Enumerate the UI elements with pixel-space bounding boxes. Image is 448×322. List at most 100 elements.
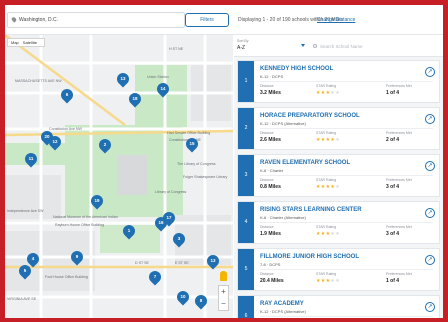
- map-type-map[interactable]: Map: [11, 40, 19, 45]
- map-marker[interactable]: 1: [120, 222, 138, 240]
- distance-label: Distance: [260, 225, 274, 229]
- school-name-link[interactable]: RISING STARS LEARNING CENTER: [260, 207, 362, 213]
- distance-value: 0.8 Miles: [260, 184, 281, 190]
- map-label: Independence Ave SW: [7, 209, 44, 213]
- map-marker[interactable]: 19: [88, 192, 106, 210]
- school-search-input[interactable]: Search School Name: [312, 41, 432, 52]
- rating-label: STAR Rating: [316, 272, 337, 276]
- map-marker[interactable]: 2: [96, 136, 114, 154]
- map-marker[interactable]: 8: [192, 292, 210, 310]
- map-label: Constitution Ave NW: [49, 127, 82, 131]
- rank-badge: 6: [238, 296, 254, 318]
- map-type-toggle[interactable]: Map Satellite: [7, 38, 46, 47]
- filters-button[interactable]: Filters: [185, 13, 229, 27]
- preferences-label: Preferences Met: [386, 131, 412, 135]
- distance-value: 1.9 Miles: [260, 231, 281, 237]
- directions-icon[interactable]: ↗: [425, 114, 435, 124]
- school-grades-type: K-6 · Charter: [260, 168, 284, 173]
- card-divider: [260, 175, 433, 176]
- preferences-met-value: 1 of 4: [386, 278, 400, 284]
- location-text: Washington, D.C.: [19, 17, 58, 23]
- preferences-label: Preferences Met: [386, 272, 412, 276]
- map-marker[interactable]: 3: [170, 230, 188, 248]
- card-divider: [260, 128, 433, 129]
- school-card[interactable]: 3 RAVEN ELEMENTARY SCHOOL K-6 · Charter ↗ Di…: [237, 154, 440, 197]
- preferences-met-value: 3 of 4: [386, 231, 400, 237]
- map-marker[interactable]: 17: [160, 209, 178, 227]
- preferences-label: Preferences Met: [386, 225, 412, 229]
- change-distance-link[interactable]: Change Distance: [317, 17, 355, 23]
- sort-label: Sort By: [237, 39, 249, 43]
- map-label: National Museum of the American Indian: [53, 215, 118, 219]
- map-marker[interactable]: 6: [58, 86, 76, 104]
- school-name-link[interactable]: RAY ACADEMY: [260, 301, 304, 307]
- map-marker[interactable]: 13: [204, 252, 222, 270]
- map-marker[interactable]: 13: [114, 70, 132, 88]
- rank-badge: 3: [238, 155, 254, 196]
- school-card[interactable]: 2 HORACE PREPARATORY SCHOOL K-12 · DCPS (A…: [237, 107, 440, 150]
- map-label: Folger Shakespeare Library: [183, 175, 228, 179]
- map-marker[interactable]: 11: [22, 150, 40, 168]
- directions-icon[interactable]: ↗: [425, 302, 435, 312]
- map-label: Hart Senate Office Building: [167, 131, 211, 135]
- rating-label: STAR Rating: [316, 225, 337, 229]
- distance-label: Distance: [260, 272, 274, 276]
- school-card[interactable]: 5 FILLMORE JUNIOR HIGH SCHOOL 7-8 · DCPS ↗ D…: [237, 248, 440, 291]
- school-card[interactable]: 6RAY ACADEMYK-12 · DCPS (Alternative)↗Di…: [237, 295, 440, 318]
- rank-badge: 4: [238, 202, 254, 243]
- sort-select[interactable]: A-Z: [237, 45, 245, 51]
- school-card[interactable]: 4 RISING STARS LEARNING CENTER K-6 · Chart…: [237, 201, 440, 244]
- directions-icon[interactable]: ↗: [425, 255, 435, 265]
- map-marker[interactable]: 15: [183, 135, 201, 153]
- preferences-met-value: 1 of 4: [386, 90, 400, 96]
- map-marker[interactable]: 14: [154, 80, 172, 98]
- directions-icon[interactable]: ↗: [425, 208, 435, 218]
- star-empty-icon: ★: [335, 278, 340, 284]
- school-grades-type: K-6 · Charter (Alternative): [260, 215, 306, 220]
- preferences-label: Preferences Met: [386, 178, 412, 182]
- map-label: Rayburn House Office Building: [55, 223, 105, 227]
- distance-value: 3.2 Miles: [260, 90, 281, 96]
- school-grades-type: K-12 · DCPS (Alternative): [260, 121, 306, 126]
- map-label: Ford House Office Building: [45, 275, 88, 279]
- distance-label: Distance: [260, 84, 274, 88]
- search-icon: [313, 44, 317, 48]
- rating-label: STAR Rating: [316, 178, 337, 182]
- search-placeholder: Search School Name: [320, 44, 363, 49]
- map-marker[interactable]: 12: [46, 133, 64, 151]
- school-name-link[interactable]: HORACE PREPARATORY SCHOOL: [260, 113, 360, 119]
- map-marker[interactable]: 10: [174, 288, 192, 306]
- map-marker[interactable]: 5: [16, 262, 34, 280]
- preferences-met-value: 2 of 4: [386, 137, 400, 143]
- map-marker[interactable]: 18: [126, 90, 144, 108]
- card-divider: [260, 269, 433, 270]
- location-pin-icon: [10, 16, 18, 23]
- map-label: E ST SE: [175, 261, 189, 265]
- location-input[interactable]: Washington, D.C.: [7, 12, 185, 28]
- map-marker[interactable]: 9: [68, 248, 86, 266]
- card-divider: [260, 81, 433, 82]
- school-grades-type: K-12 · DCPS: [260, 74, 284, 79]
- street-view-pegman-icon[interactable]: [220, 271, 227, 281]
- rank-badge: 5: [238, 249, 254, 290]
- directions-icon[interactable]: ↗: [425, 67, 435, 77]
- map-label: The Library of Congress: [177, 162, 216, 166]
- star-rating: ★★★★★: [316, 184, 340, 190]
- school-name-link[interactable]: RAVEN ELEMENTARY SCHOOL: [260, 160, 350, 166]
- directions-icon[interactable]: ↗: [425, 161, 435, 171]
- chevron-down-icon[interactable]: [301, 44, 305, 47]
- map-label: D ST SE: [135, 261, 149, 265]
- distance-label: Distance: [260, 178, 274, 182]
- distance-value: 2.6 Miles: [260, 137, 281, 143]
- map-view[interactable]: Map Satellite MASSACHUSETTS AVE NW H ST N…: [5, 35, 233, 318]
- zoom-control[interactable]: + −: [218, 285, 229, 311]
- school-card[interactable]: 1 KENNEDY HIGH SCHOOL K-12 · DCPS ↗ Distance…: [237, 60, 440, 103]
- map-type-satellite[interactable]: Satellite: [23, 40, 37, 45]
- star-rating: ★★★★★: [316, 137, 340, 143]
- app-frame: Washington, D.C. Filters Displaying 1 - …: [5, 5, 443, 318]
- map-label: H ST NE: [169, 47, 184, 51]
- school-name-link[interactable]: KENNEDY HIGH SCHOOL: [260, 66, 333, 72]
- map-marker[interactable]: 7: [146, 268, 164, 286]
- school-grades-type: K-12 · DCPS (Alternative): [260, 309, 306, 314]
- school-name-link[interactable]: FILLMORE JUNIOR HIGH SCHOOL: [260, 254, 359, 260]
